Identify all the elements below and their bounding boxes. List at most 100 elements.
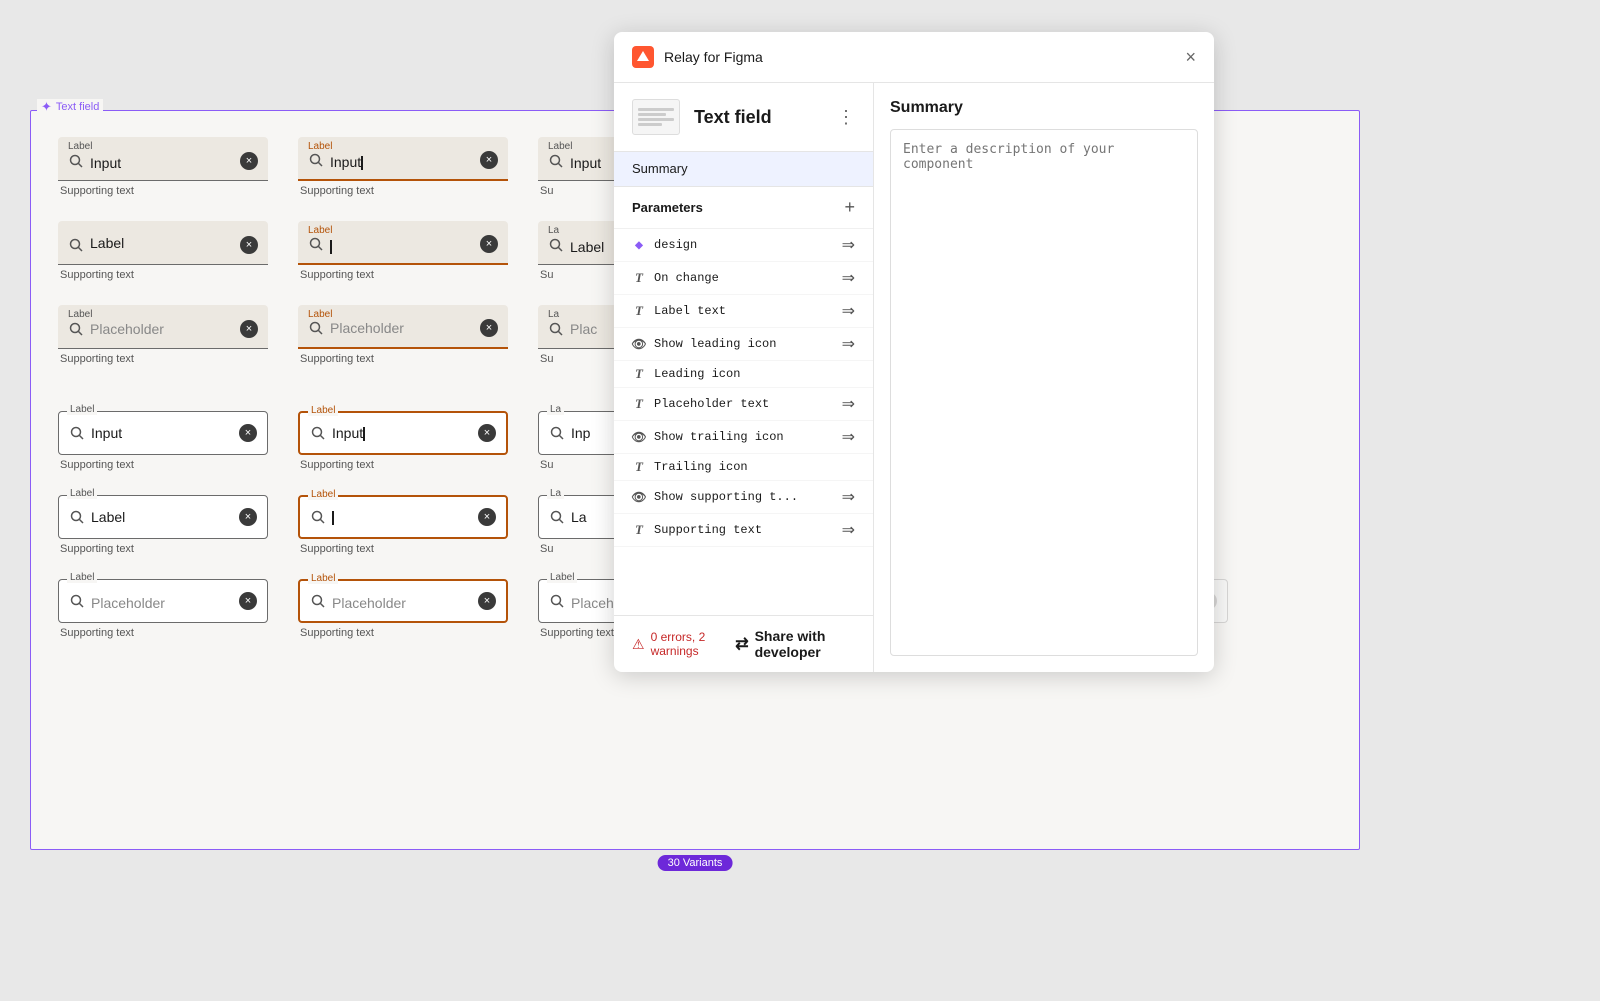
share-icon: ⇄ <box>735 634 748 654</box>
variant-filled-focused-input: Label Input × Supporting text <box>286 129 526 205</box>
param-arrow-placeholder: ⇒ <box>842 394 855 414</box>
panel-logo <box>632 46 654 68</box>
footer-warnings: ⚠ 0 errors, 2 warnings <box>632 630 725 658</box>
eye-icon-showleading: 👁 <box>632 337 646 351</box>
param-arrow-labeltext: ⇒ <box>842 301 855 321</box>
param-name-showtrailing: Show trailing icon <box>654 430 834 444</box>
share-label: Share with developer <box>755 628 855 660</box>
param-name-trailingicon: Trailing icon <box>654 460 855 474</box>
tf-label-2: Label <box>308 141 332 152</box>
summary-textarea[interactable] <box>890 129 1198 656</box>
tf-label-outlined-1: Label <box>67 404 97 415</box>
tf-label-outlined-6: Label <box>308 573 338 584</box>
params-title: Parameters <box>632 200 844 215</box>
panel-left: Text field ⋮ Summary Parameters + ◆ <box>614 83 874 672</box>
placeholder-text-1: Placeholder <box>90 321 234 337</box>
variant-filled-normal-input: Label Input × Supporting text <box>46 129 286 205</box>
supporting-text-2: Supporting text <box>298 185 374 197</box>
t-icon-labeltext: T <box>632 304 646 318</box>
param-arrow-showsupporting: ⇒ <box>842 487 855 507</box>
share-button[interactable]: ⇄ Share with developer <box>735 628 855 660</box>
param-row-design[interactable]: ◆ design ⇒ <box>614 229 873 262</box>
input-label-outlined: Label <box>91 509 233 525</box>
tf-label-8: Label <box>308 309 332 320</box>
supporting-text-outlined-6: Supporting text <box>298 627 374 639</box>
search-icon-10 <box>69 425 85 441</box>
param-row-leadingicon[interactable]: T Leading icon <box>614 361 873 388</box>
params-header: Parameters + <box>614 187 873 229</box>
placeholder-outlined-2: Placeholder <box>332 595 472 611</box>
param-row-showsupporting[interactable]: 👁 Show supporting t... ⇒ <box>614 481 873 514</box>
summary-tab[interactable]: Summary <box>614 152 873 187</box>
search-icon-14 <box>310 509 326 525</box>
panel-title: Relay for Figma <box>664 49 1175 65</box>
tf-label-1: Label <box>68 141 92 152</box>
summary-tab-label: Summary <box>632 161 688 176</box>
warnings-text: 0 errors, 2 warnings <box>651 630 726 658</box>
variant-filled-label: Label × Supporting text <box>46 213 286 289</box>
clear-icon-2[interactable]: × <box>480 151 498 169</box>
input-text-2: Input <box>330 154 474 170</box>
input-label: Label <box>90 235 234 251</box>
variant-outlined-placeholder-focused: Label Placeholder × Supporting text <box>286 571 526 647</box>
clear-icon-outlined-4[interactable]: × <box>239 508 257 526</box>
clear-icon-outlined-1[interactable]: × <box>239 424 257 442</box>
param-row-supportingtext[interactable]: T Supporting text ⇒ <box>614 514 873 547</box>
relay-panel: Relay for Figma × Text field <box>614 32 1214 672</box>
frame-label: ✦ Text field <box>37 99 103 115</box>
search-icon-13 <box>69 509 85 525</box>
variant-outlined-input: Label Input × Supporting text <box>46 403 286 479</box>
params-section: Parameters + ◆ design ⇒ T On change ⇒ <box>614 187 873 615</box>
clear-icon-4[interactable]: × <box>240 236 258 254</box>
param-row-showleading[interactable]: 👁 Show leading icon ⇒ <box>614 328 873 361</box>
param-row-trailingicon[interactable]: T Trailing icon <box>614 454 873 481</box>
panel-right: Summary <box>874 83 1214 672</box>
supporting-text-outlined-5: Supporting text <box>58 627 134 639</box>
t-icon-placeholder: T <box>632 397 646 411</box>
t-icon-leadingicon: T <box>632 367 646 381</box>
panel-footer: ⚠ 0 errors, 2 warnings ⇄ Share with deve… <box>614 615 873 672</box>
params-add-button[interactable]: + <box>844 197 855 218</box>
variants-badge: 30 Variants <box>658 855 733 871</box>
clear-icon-outlined-8[interactable]: × <box>478 592 496 610</box>
param-arrow-onchange: ⇒ <box>842 268 855 288</box>
clear-icon-outlined-2[interactable]: × <box>478 424 496 442</box>
variant-outlined-focused-input: Label Input × Supporting text <box>286 403 526 479</box>
variant-filled-focused-empty: Label × Supporting text <box>286 213 526 289</box>
param-name-showsupporting: Show supporting t... <box>654 490 834 504</box>
search-icon-15 <box>549 509 565 525</box>
param-name-design: design <box>654 238 834 252</box>
clear-icon-8[interactable]: × <box>480 319 498 337</box>
tf-label-outlined-3: Label <box>67 488 97 499</box>
tf-label-7: Label <box>68 309 92 320</box>
diamond-icon: ◆ <box>632 238 646 252</box>
panel-close-icon[interactable]: × <box>1185 47 1196 68</box>
search-icon-18 <box>549 593 565 609</box>
input-text-outlined-1: Input <box>91 425 233 441</box>
tf-label-outlined-7: Label <box>547 572 577 583</box>
clear-icon-7[interactable]: × <box>240 320 258 338</box>
param-row-placeholder[interactable]: T Placeholder text ⇒ <box>614 388 873 421</box>
search-icon-7 <box>68 321 84 337</box>
panel-body: Text field ⋮ Summary Parameters + ◆ <box>614 83 1214 672</box>
clear-icon-5[interactable]: × <box>480 235 498 253</box>
param-row-labeltext[interactable]: T Label text ⇒ <box>614 295 873 328</box>
search-icon-3 <box>548 153 564 169</box>
param-name-placeholder: Placeholder text <box>654 397 834 411</box>
clear-icon-1[interactable]: × <box>240 152 258 170</box>
supporting-text-1: Supporting text <box>58 185 134 197</box>
tf-label-outlined-4: Label <box>308 489 338 500</box>
variant-outlined-label: Label Label × Supporting text <box>46 487 286 563</box>
clear-icon-outlined-7[interactable]: × <box>239 592 257 610</box>
supporting-text-outlined-4: Supporting text <box>298 543 374 555</box>
param-name-onchange: On change <box>654 271 834 285</box>
panel-more-icon[interactable]: ⋮ <box>837 107 855 128</box>
search-icon-16 <box>69 593 85 609</box>
param-name-showleading: Show leading icon <box>654 337 834 351</box>
search-icon-5 <box>308 236 324 252</box>
param-row-onchange[interactable]: T On change ⇒ <box>614 262 873 295</box>
search-icon-11 <box>310 425 326 441</box>
clear-icon-outlined-5[interactable]: × <box>478 508 496 526</box>
param-row-showtrailing[interactable]: 👁 Show trailing icon ⇒ <box>614 421 873 454</box>
search-icon-17 <box>310 593 326 609</box>
